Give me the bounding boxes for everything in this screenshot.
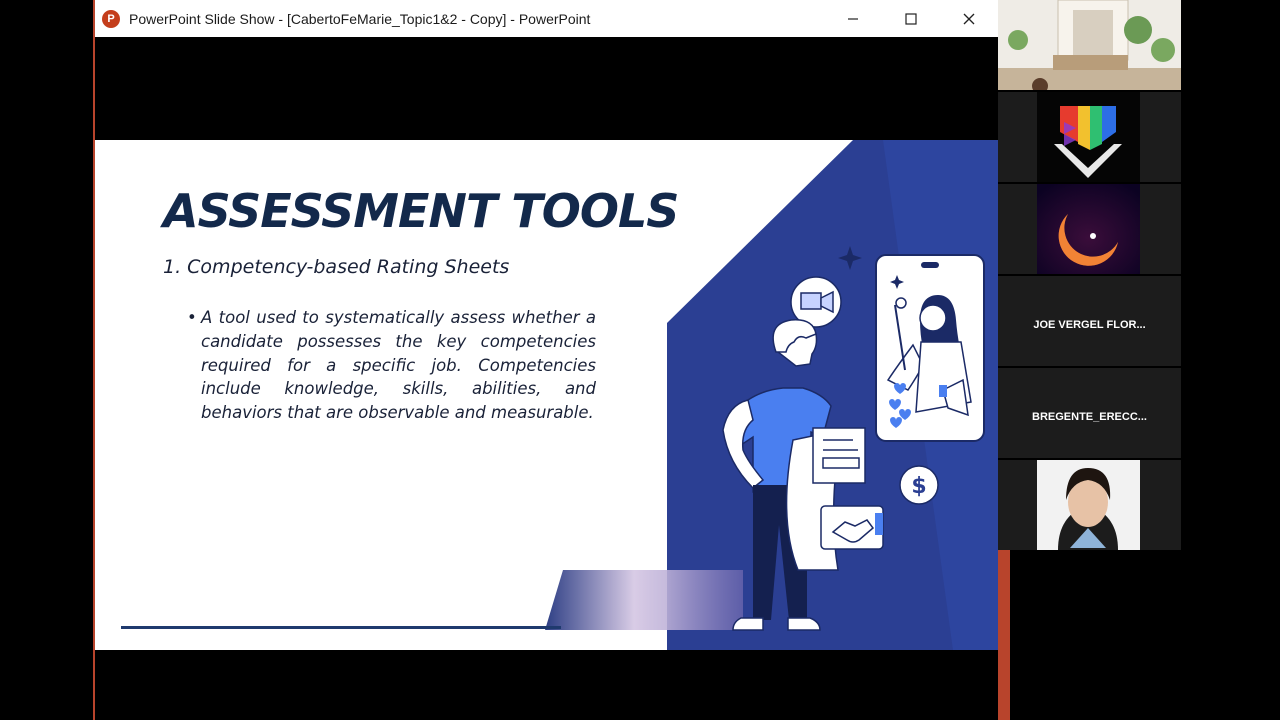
participant-name: BREGENTE_ERECC...: [1032, 411, 1147, 423]
participant-name: JOE VERGEL FLOR...: [1033, 319, 1146, 331]
participant-video-person: [1037, 460, 1140, 550]
slide-bullet-text: • A tool used to systematically assess w…: [187, 306, 596, 425]
participant-tile-woman[interactable]: [998, 460, 1181, 550]
participant-tile-room[interactable]: [998, 0, 1181, 90]
handshake-icon: [820, 505, 884, 550]
participant-video-room: [998, 0, 1181, 90]
maximize-icon: [905, 12, 917, 25]
window-title: PowerPoint Slide Show - [CabertoFeMarie_…: [129, 10, 591, 27]
participant-tile-logo[interactable]: [998, 92, 1181, 182]
phone-illustration: [875, 254, 985, 442]
window-border: [93, 0, 95, 720]
participant-moon-image: [1037, 184, 1140, 274]
bullet-symbol: •: [187, 308, 197, 327]
dollar-coin-icon: $: [899, 465, 939, 505]
maximize-button[interactable]: [882, 0, 940, 37]
window-controls: [824, 0, 998, 37]
participant-logo-image: [1037, 92, 1140, 182]
minimize-icon: [848, 17, 858, 20]
slide-subtitle: 1. Competency-based Rating Sheets: [163, 256, 510, 278]
slide-title: ASSESSMENT TOOLS: [163, 184, 679, 238]
powerpoint-window: P PowerPoint Slide Show - [CabertoFeMari…: [93, 0, 998, 720]
panel-border: [998, 550, 1010, 720]
svg-text:$: $: [911, 474, 926, 499]
decorative-divider: [121, 626, 561, 629]
close-button[interactable]: [940, 0, 998, 37]
participant-tile-moon[interactable]: [998, 184, 1181, 274]
close-icon: [963, 13, 975, 24]
participant-tile-bregente[interactable]: BREGENTE_ERECC...: [998, 368, 1181, 458]
bullet-content: A tool used to systematically assess whe…: [201, 308, 596, 423]
slide[interactable]: $ ASSESSMENT TOOLS 1. Competency-based R…: [93, 140, 998, 650]
powerpoint-app-icon: P: [102, 9, 120, 28]
title-bar[interactable]: P PowerPoint Slide Show - [CabertoFeMari…: [93, 0, 998, 37]
minimize-button[interactable]: [824, 0, 882, 37]
participant-tile-joe[interactable]: JOE VERGEL FLOR...: [998, 276, 1181, 366]
